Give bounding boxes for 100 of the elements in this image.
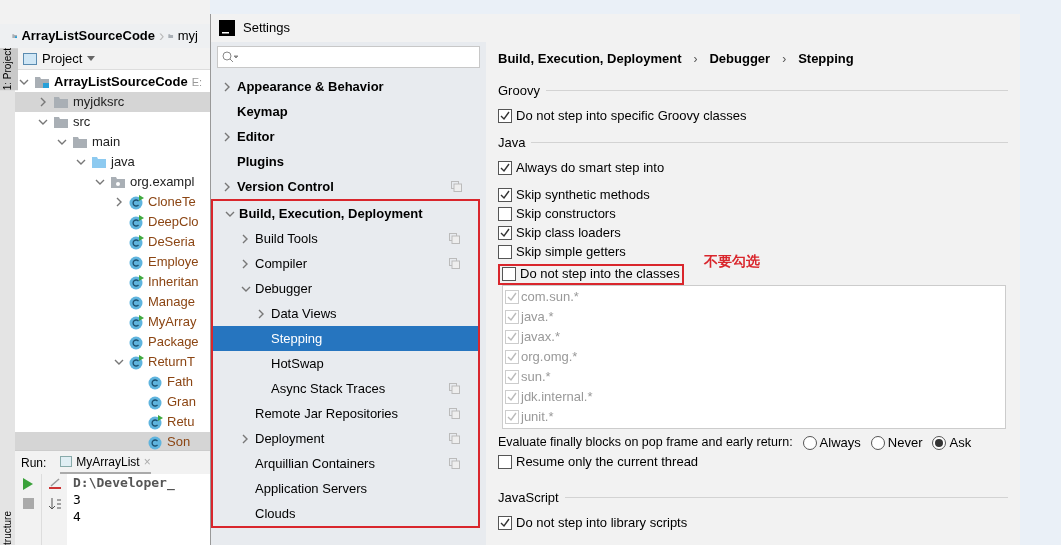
- tree-item[interactable]: Son: [15, 432, 210, 450]
- settings-nav-item[interactable]: Plugins: [211, 149, 480, 174]
- tree-item[interactable]: CloneTe: [15, 192, 210, 212]
- chevron-right-icon[interactable]: [223, 81, 231, 92]
- tree-item[interactable]: myjdksrc: [15, 92, 210, 112]
- tree-item[interactable]: Retu: [15, 412, 210, 432]
- settings-nav-item[interactable]: Version Control: [211, 174, 480, 199]
- tree-label: Fath: [167, 373, 193, 392]
- checkbox[interactable]: [502, 267, 516, 281]
- settings-nav-item[interactable]: Editor: [211, 124, 480, 149]
- settings-nav-item[interactable]: Deployment: [213, 426, 478, 451]
- breadcrumb-item[interactable]: myj: [177, 26, 198, 46]
- chevron-down-icon[interactable]: [57, 138, 67, 146]
- settings-nav-item[interactable]: Keymap: [211, 99, 480, 124]
- section-title: Groovy: [498, 81, 540, 100]
- tree-item[interactable]: Fath: [15, 372, 210, 392]
- view-selector[interactable]: Project: [42, 48, 83, 69]
- section-title: JavaScript: [498, 488, 559, 507]
- checkbox[interactable]: [498, 245, 512, 259]
- tree-item[interactable]: ReturnT: [15, 352, 210, 372]
- chevron-down-icon[interactable]: [114, 358, 124, 366]
- settings-nav-item[interactable]: Arquillian Containers: [213, 451, 478, 476]
- radio-label: Never: [887, 433, 923, 452]
- settings-nav-item[interactable]: Clouds: [213, 501, 478, 526]
- settings-nav-item[interactable]: Data Views: [213, 301, 478, 326]
- tree-item[interactable]: ArrayListSourceCode E:: [15, 72, 210, 92]
- radio-button[interactable]: [802, 435, 817, 450]
- tree-item[interactable]: Inheritan: [15, 272, 210, 292]
- settings-nav-item[interactable]: Remote Jar Repositories: [213, 401, 478, 426]
- tree-item[interactable]: DeepClo: [15, 212, 210, 232]
- runnable-class-icon: [129, 234, 144, 250]
- window-title: Settings: [243, 19, 290, 38]
- tree-item[interactable]: MyArray: [15, 312, 210, 332]
- checkbox[interactable]: [498, 455, 512, 469]
- chevron-right-icon[interactable]: [241, 433, 249, 444]
- chevron-right-icon[interactable]: [257, 308, 265, 319]
- checkbox[interactable]: [498, 188, 512, 202]
- chevron-right-icon[interactable]: [223, 181, 231, 192]
- settings-nav-item[interactable]: Debugger: [213, 276, 478, 301]
- sort-icon[interactable]: [47, 498, 62, 510]
- search-field[interactable]: [217, 46, 480, 68]
- class-pattern: sun.*: [521, 367, 551, 386]
- chevron-down-icon[interactable]: [76, 158, 86, 166]
- clear-icon[interactable]: [47, 478, 62, 490]
- settings-nav-item[interactable]: Build Tools: [213, 226, 478, 251]
- dropdown-icon[interactable]: [87, 56, 96, 61]
- option-label: Skip class loaders: [516, 224, 621, 243]
- class-icon: [148, 434, 163, 450]
- chevron-right-icon[interactable]: [115, 197, 123, 207]
- copy-icon: [449, 258, 460, 269]
- tree-item[interactable]: src: [15, 112, 210, 132]
- class-icon: [129, 294, 144, 310]
- module-folder-icon: [34, 75, 50, 89]
- tree-item[interactable]: main: [15, 132, 210, 152]
- checkbox[interactable]: [498, 226, 512, 240]
- tree-label: java: [111, 153, 135, 172]
- settings-nav-item[interactable]: Stepping: [213, 326, 478, 351]
- tool-window-tab[interactable]: 1: Project: [0, 48, 18, 91]
- radio-button[interactable]: [932, 435, 947, 450]
- settings-nav-item[interactable]: Build, Execution, Deployment: [213, 201, 478, 226]
- chevron-right-icon[interactable]: [241, 258, 249, 269]
- settings-nav-item[interactable]: Async Stack Traces: [213, 376, 478, 401]
- runnable-class-icon: [129, 354, 144, 370]
- console-line: D:\Developer_: [73, 474, 175, 491]
- checkbox[interactable]: [498, 108, 512, 123]
- chevron-right-icon[interactable]: [39, 97, 47, 107]
- tree-item[interactable]: Manage: [15, 292, 210, 312]
- tree-item[interactable]: Employe: [15, 252, 210, 272]
- settings-nav-item[interactable]: Appearance & Behavior: [211, 74, 480, 99]
- tree-item[interactable]: org.exampl: [15, 172, 210, 192]
- checkbox[interactable]: [498, 515, 512, 530]
- option-label: Skip simple getters: [516, 243, 626, 262]
- breadcrumb-item: Build, Execution, Deployment: [498, 50, 682, 68]
- tree-item[interactable]: java: [15, 152, 210, 172]
- checkbox[interactable]: [498, 207, 512, 221]
- chevron-right-icon[interactable]: [223, 131, 231, 142]
- option-label: Skip synthetic methods: [516, 186, 650, 205]
- tree-item[interactable]: Package: [15, 332, 210, 352]
- chevron-down-icon[interactable]: [38, 118, 48, 126]
- module-path: E:: [191, 74, 203, 90]
- settings-nav-item[interactable]: Application Servers: [213, 476, 478, 501]
- tool-window-tab[interactable]: tructure: [1, 511, 14, 545]
- tree-item[interactable]: Gran: [15, 392, 210, 412]
- chevron-right-icon[interactable]: [241, 233, 249, 244]
- settings-nav-item[interactable]: Compiler: [213, 251, 478, 276]
- tree-item[interactable]: DeSeria: [15, 232, 210, 252]
- console-icon: [60, 456, 73, 467]
- chevron-down-icon[interactable]: [241, 284, 251, 293]
- chevron-down-icon[interactable]: [95, 178, 105, 186]
- breadcrumb-item[interactable]: ArrayListSourceCode: [21, 26, 156, 46]
- settings-nav-item[interactable]: HotSwap: [213, 351, 478, 376]
- chevron-down-icon[interactable]: [19, 78, 29, 86]
- class-pattern: jdk.internal.*: [521, 387, 593, 406]
- chevron-down-icon[interactable]: [225, 209, 235, 218]
- checkbox[interactable]: [498, 161, 512, 175]
- runnable-class-icon: [129, 274, 144, 290]
- app-logo-icon: [219, 20, 235, 36]
- run-icon[interactable]: [22, 478, 34, 490]
- radio-button[interactable]: [870, 435, 885, 450]
- console-line: 4: [73, 508, 82, 525]
